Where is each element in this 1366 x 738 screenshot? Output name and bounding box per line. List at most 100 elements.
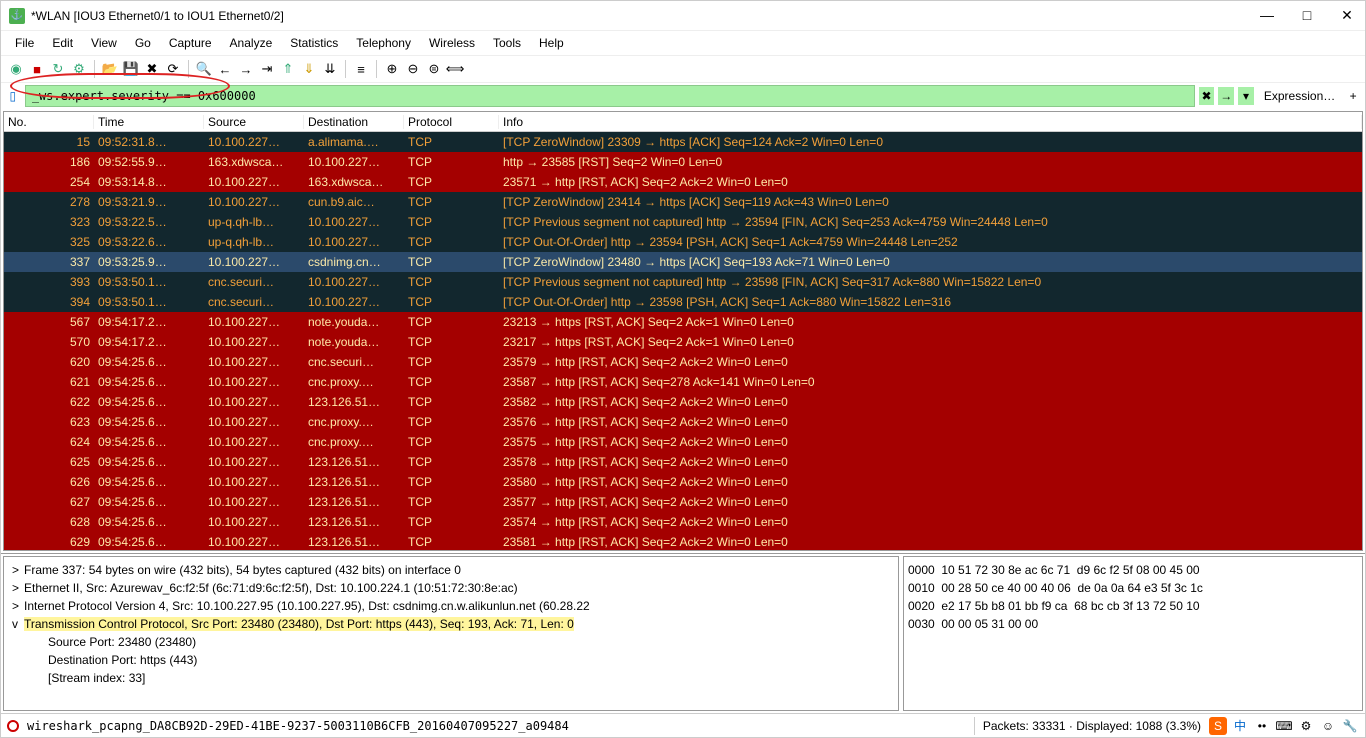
tree-expander-icon[interactable]: > bbox=[12, 561, 24, 579]
tray-ime-icon[interactable]: S bbox=[1209, 717, 1227, 735]
auto-scroll-icon[interactable]: ⇊ bbox=[321, 60, 339, 78]
menu-wireless[interactable]: Wireless bbox=[421, 34, 483, 52]
col-header-source[interactable]: Source bbox=[204, 115, 304, 129]
packet-row[interactable]: 62209:54:25.6…10.100.227…123.126.51…TCP2… bbox=[4, 392, 1362, 412]
menu-go[interactable]: Go bbox=[127, 34, 159, 52]
packet-row[interactable]: 57009:54:17.2…10.100.227…note.youda…TCP2… bbox=[4, 332, 1362, 352]
packet-row[interactable]: 32309:53:22.5…up-q.qh-lb…10.100.227…TCP[… bbox=[4, 212, 1362, 232]
go-to-packet-icon[interactable]: ⇥ bbox=[258, 60, 276, 78]
add-filter-button[interactable]: + bbox=[1345, 89, 1361, 103]
tree-node[interactable]: Source Port: 23480 (23480) bbox=[8, 633, 894, 651]
packet-row[interactable]: 1509:52:31.8…10.100.227…a.alimama.…TCP[T… bbox=[4, 132, 1362, 152]
packet-row[interactable]: 39409:53:50.1…cnc.securi…10.100.227…TCP[… bbox=[4, 292, 1362, 312]
hex-line[interactable]: 0020 e2 17 5b b8 01 bb f9 ca 68 bc cb 3f… bbox=[908, 597, 1358, 615]
go-back-icon[interactable]: ← bbox=[216, 60, 234, 78]
go-forward-icon[interactable]: → bbox=[237, 60, 255, 78]
start-capture-icon[interactable]: ◉ bbox=[7, 60, 25, 78]
expression-button[interactable]: Expression… bbox=[1258, 87, 1341, 105]
stop-capture-icon[interactable]: ■ bbox=[28, 60, 46, 78]
menu-view[interactable]: View bbox=[83, 34, 125, 52]
restart-capture-icon[interactable]: ↻ bbox=[49, 60, 67, 78]
col-header-destination[interactable]: Destination bbox=[304, 115, 404, 129]
menu-help[interactable]: Help bbox=[531, 34, 572, 52]
packet-bytes-hex[interactable]: 0000 10 51 72 30 8e ac 6c 71 d9 6c f2 5f… bbox=[903, 556, 1363, 711]
capture-options-icon[interactable]: ⚙ bbox=[70, 60, 88, 78]
packet-row[interactable]: 62509:54:25.6…10.100.227…123.126.51…TCP2… bbox=[4, 452, 1362, 472]
col-header-no[interactable]: No. bbox=[4, 115, 94, 129]
tree-expander-icon[interactable]: v bbox=[12, 615, 24, 633]
hex-line[interactable]: 0010 00 28 50 ce 40 00 40 06 de 0a 0a 64… bbox=[908, 579, 1358, 597]
tree-node[interactable]: Destination Port: https (443) bbox=[8, 651, 894, 669]
tree-expander-icon[interactable]: > bbox=[12, 579, 24, 597]
maximize-button[interactable]: □ bbox=[1297, 7, 1317, 24]
cell-proto: TCP bbox=[404, 435, 499, 449]
close-button[interactable]: ✕ bbox=[1337, 7, 1357, 24]
first-packet-icon[interactable]: ⇑ bbox=[279, 60, 297, 78]
col-header-protocol[interactable]: Protocol bbox=[404, 115, 499, 129]
cell-dst: a.alimama.… bbox=[304, 135, 404, 149]
colorize-icon[interactable]: ≡ bbox=[352, 60, 370, 78]
menu-capture[interactable]: Capture bbox=[161, 34, 220, 52]
expert-info-icon[interactable] bbox=[7, 720, 19, 732]
menu-telephony[interactable]: Telephony bbox=[348, 34, 419, 52]
packet-row[interactable]: 62609:54:25.6…10.100.227…123.126.51…TCP2… bbox=[4, 472, 1362, 492]
tree-node[interactable]: >Frame 337: 54 bytes on wire (432 bits),… bbox=[8, 561, 894, 579]
packet-row[interactable]: 62409:54:25.6…10.100.227…cnc.proxy.…TCP2… bbox=[4, 432, 1362, 452]
tray-punct-icon[interactable]: •• bbox=[1253, 717, 1271, 735]
packet-row[interactable]: 62909:54:25.6…10.100.227…123.126.51…TCP2… bbox=[4, 532, 1362, 550]
tree-expander-icon[interactable]: > bbox=[12, 597, 24, 615]
tray-tool-icon[interactable]: 🔧 bbox=[1341, 717, 1359, 735]
tree-node[interactable]: [Stream index: 33] bbox=[8, 669, 894, 687]
tray-settings-icon[interactable]: ⚙ bbox=[1297, 717, 1315, 735]
menu-edit[interactable]: Edit bbox=[44, 34, 81, 52]
tray-emoji-icon[interactable]: ☺ bbox=[1319, 717, 1337, 735]
find-packet-icon[interactable]: 🔍 bbox=[195, 60, 213, 78]
packet-list-header[interactable]: No. Time Source Destination Protocol Inf… bbox=[4, 112, 1362, 132]
packet-row[interactable]: 27809:53:21.9…10.100.227…cun.b9.aic…TCP[… bbox=[4, 192, 1362, 212]
packet-row[interactable]: 32509:53:22.6…up-q.qh-lb…10.100.227…TCP[… bbox=[4, 232, 1362, 252]
tree-node[interactable]: vTransmission Control Protocol, Src Port… bbox=[8, 615, 894, 633]
cell-info: 23576 → http [RST, ACK] Seq=2 Ack=2 Win=… bbox=[499, 415, 1362, 429]
minimize-button[interactable]: — bbox=[1257, 7, 1277, 24]
packet-row[interactable]: 25409:53:14.8…10.100.227…163.xdwsca…TCP2… bbox=[4, 172, 1362, 192]
packet-row[interactable]: 18609:52:55.9…163.xdwsca…10.100.227…TCPh… bbox=[4, 152, 1362, 172]
clear-filter-icon[interactable]: ✖ bbox=[1199, 87, 1215, 105]
packet-row[interactable]: 62709:54:25.6…10.100.227…123.126.51…TCP2… bbox=[4, 492, 1362, 512]
packet-row[interactable]: 33709:53:25.9…10.100.227…csdnimg.cn…TCP[… bbox=[4, 252, 1362, 272]
filter-dropdown-icon[interactable]: ▾ bbox=[1238, 87, 1254, 105]
col-header-info[interactable]: Info bbox=[499, 115, 1362, 129]
packet-row[interactable]: 39309:53:50.1…cnc.securi…10.100.227…TCP[… bbox=[4, 272, 1362, 292]
open-file-icon[interactable]: 📂 bbox=[101, 60, 119, 78]
apply-filter-icon[interactable]: → bbox=[1218, 87, 1234, 105]
hex-line[interactable]: 0000 10 51 72 30 8e ac 6c 71 d9 6c f2 5f… bbox=[908, 561, 1358, 579]
packet-list-body[interactable]: 1509:52:31.8…10.100.227…a.alimama.…TCP[T… bbox=[4, 132, 1362, 550]
zoom-out-icon[interactable]: ⊖ bbox=[404, 60, 422, 78]
menu-tools[interactable]: Tools bbox=[485, 34, 529, 52]
col-header-time[interactable]: Time bbox=[94, 115, 204, 129]
resize-columns-icon[interactable]: ⟺ bbox=[446, 60, 464, 78]
cell-src: 10.100.227… bbox=[204, 255, 304, 269]
packet-row[interactable]: 56709:54:17.2…10.100.227…note.youda…TCP2… bbox=[4, 312, 1362, 332]
menu-file[interactable]: File bbox=[7, 34, 42, 52]
display-filter-input[interactable] bbox=[25, 85, 1195, 107]
packet-row[interactable]: 62009:54:25.6…10.100.227…cnc.securi…TCP2… bbox=[4, 352, 1362, 372]
tray-lang-icon[interactable]: 中 bbox=[1231, 717, 1249, 735]
packet-row[interactable]: 62309:54:25.6…10.100.227…cnc.proxy.…TCP2… bbox=[4, 412, 1362, 432]
status-file-path: wireshark_pcapng_DA8CB92D-29ED-41BE-9237… bbox=[27, 719, 966, 733]
tree-node[interactable]: >Internet Protocol Version 4, Src: 10.10… bbox=[8, 597, 894, 615]
menu-statistics[interactable]: Statistics bbox=[282, 34, 346, 52]
save-file-icon[interactable]: 💾 bbox=[122, 60, 140, 78]
tree-node[interactable]: >Ethernet II, Src: Azurewav_6c:f2:5f (6c… bbox=[8, 579, 894, 597]
packet-row[interactable]: 62809:54:25.6…10.100.227…123.126.51…TCP2… bbox=[4, 512, 1362, 532]
packet-row[interactable]: 62109:54:25.6…10.100.227…cnc.proxy.…TCP2… bbox=[4, 372, 1362, 392]
zoom-reset-icon[interactable]: ⊜ bbox=[425, 60, 443, 78]
close-file-icon[interactable]: ✖ bbox=[143, 60, 161, 78]
tray-keyboard-icon[interactable]: ⌨ bbox=[1275, 717, 1293, 735]
last-packet-icon[interactable]: ⇓ bbox=[300, 60, 318, 78]
hex-line[interactable]: 0030 00 00 05 31 00 00 bbox=[908, 615, 1358, 633]
bookmark-filter-icon[interactable]: ▯ bbox=[5, 87, 21, 105]
menu-analyze[interactable]: Analyze bbox=[222, 34, 281, 52]
packet-details-tree[interactable]: >Frame 337: 54 bytes on wire (432 bits),… bbox=[3, 556, 899, 711]
reload-icon[interactable]: ⟳ bbox=[164, 60, 182, 78]
zoom-in-icon[interactable]: ⊕ bbox=[383, 60, 401, 78]
